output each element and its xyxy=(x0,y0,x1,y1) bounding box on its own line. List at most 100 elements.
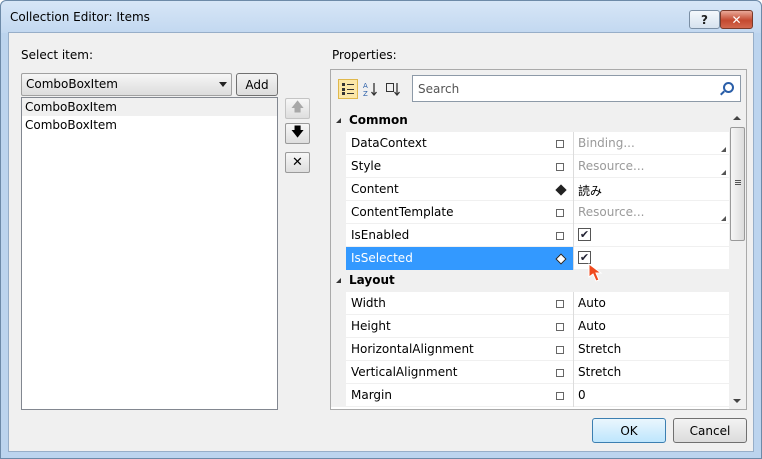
category-common[interactable]: Common xyxy=(331,110,729,132)
property-value[interactable]: Auto xyxy=(573,292,729,315)
svg-text:Z: Z xyxy=(363,90,368,97)
property-row-height[interactable]: Height Auto xyxy=(331,315,729,338)
grip-icon xyxy=(735,180,741,181)
property-row-horizontalalignment[interactable]: HorizontalAlignment Stretch xyxy=(331,338,729,361)
property-row-content[interactable]: Content 読み xyxy=(331,178,729,201)
property-marker-icon[interactable] xyxy=(556,209,564,217)
property-name: DataContext xyxy=(351,136,427,150)
property-name: ContentTemplate xyxy=(351,205,454,219)
property-value[interactable]: ✔ xyxy=(573,224,729,247)
property-row-width[interactable]: Width Auto xyxy=(331,292,729,315)
property-value-text: Stretch xyxy=(578,342,622,356)
collection-editor-window: Collection Editor: Items ? ✕ Select item… xyxy=(0,0,762,459)
category-layout[interactable]: Layout xyxy=(331,270,729,292)
property-value[interactable]: Resource... xyxy=(573,201,729,224)
editor-corner-icon[interactable] xyxy=(721,216,726,221)
move-up-button[interactable]: 🡅 xyxy=(285,98,310,119)
property-checkbox[interactable]: ✔ xyxy=(578,251,591,264)
help-button[interactable]: ? xyxy=(689,10,720,29)
property-marker-icon[interactable] xyxy=(556,300,564,308)
property-name: Content xyxy=(351,182,399,196)
property-row-margin[interactable]: Margin 0 xyxy=(331,384,729,407)
move-down-button[interactable]: 🡇 xyxy=(285,123,310,144)
property-name: HorizontalAlignment xyxy=(351,342,474,356)
close-button[interactable]: ✕ xyxy=(720,10,753,29)
property-marker-icon[interactable] xyxy=(556,346,564,354)
property-checkbox[interactable]: ✔ xyxy=(578,228,591,241)
property-row-verticalalignment[interactable]: VerticalAlignment Stretch xyxy=(331,361,729,384)
property-row-isselected[interactable]: IsSelected ✔ xyxy=(331,247,729,270)
property-grid-toolbar: AZ xyxy=(331,70,746,110)
cancel-button[interactable]: Cancel xyxy=(673,418,747,443)
arrow-down-icon: 🡇 xyxy=(290,124,305,140)
property-value-text: Stretch xyxy=(578,365,622,379)
categorize-view-icon[interactable] xyxy=(338,79,358,99)
property-rows: Common DataContext Binding... Style Resource… xyxy=(331,110,729,409)
title-bar[interactable]: Collection Editor: Items ? ✕ xyxy=(1,1,761,33)
property-name: Width xyxy=(351,296,386,310)
property-scrollbar[interactable] xyxy=(729,110,746,409)
remove-icon: ✕ xyxy=(292,155,303,170)
property-value[interactable]: 0 xyxy=(573,384,729,407)
add-button[interactable]: Add xyxy=(236,73,278,96)
scroll-up-icon[interactable] xyxy=(733,116,741,120)
row-gutter xyxy=(331,178,346,201)
property-name: IsSelected xyxy=(351,251,413,265)
remove-item-button[interactable]: ✕ xyxy=(285,152,310,173)
editor-corner-icon[interactable] xyxy=(721,170,726,175)
select-item-label: Select item: xyxy=(21,48,93,62)
search-icon[interactable] xyxy=(723,82,734,93)
category-label: Layout xyxy=(349,273,395,287)
property-name: IsEnabled xyxy=(351,228,410,242)
property-row-contenttemplate[interactable]: ContentTemplate Resource... xyxy=(331,201,729,224)
property-value[interactable]: Stretch xyxy=(573,361,729,384)
property-marker-icon[interactable] xyxy=(556,369,564,377)
property-marker-icon[interactable] xyxy=(556,323,564,331)
property-marker-icon[interactable] xyxy=(556,392,564,400)
sort-alphabetical-icon[interactable]: AZ xyxy=(360,79,380,99)
list-item[interactable]: ComboBoxItem xyxy=(22,98,277,116)
property-value-text: 0 xyxy=(578,388,586,402)
property-value[interactable]: Auto xyxy=(573,315,729,338)
sort-source-icon[interactable] xyxy=(383,79,403,99)
property-value[interactable]: Stretch xyxy=(573,338,729,361)
property-value-text: Auto xyxy=(578,296,606,310)
row-gutter xyxy=(331,247,346,270)
row-gutter xyxy=(331,201,346,224)
collapse-icon[interactable] xyxy=(336,118,341,123)
item-type-combo[interactable]: ComboBoxItem xyxy=(21,73,232,96)
row-gutter xyxy=(331,338,346,361)
property-search-input[interactable] xyxy=(413,76,713,101)
category-label: Common xyxy=(349,113,408,127)
property-value-text: Binding... xyxy=(578,136,635,150)
row-gutter xyxy=(331,315,346,338)
property-value[interactable]: Binding... xyxy=(573,132,729,155)
properties-label: Properties: xyxy=(332,48,397,62)
property-value[interactable]: 読み xyxy=(573,178,729,201)
property-row-style[interactable]: Style Resource... xyxy=(331,155,729,178)
row-gutter xyxy=(331,224,346,247)
property-grid: AZ Common DataContext Binding... Style Resou… xyxy=(330,69,747,410)
property-value-text: Resource... xyxy=(578,205,645,219)
scroll-thumb[interactable] xyxy=(730,127,745,241)
item-list[interactable]: ComboBoxItem ComboBoxItem xyxy=(21,97,278,410)
row-gutter xyxy=(331,155,346,178)
row-gutter xyxy=(331,361,346,384)
property-row-isenabled[interactable]: IsEnabled ✔ xyxy=(331,224,729,247)
property-name: Margin xyxy=(351,388,392,402)
scroll-down-icon[interactable] xyxy=(733,399,741,403)
property-marker-icon[interactable] xyxy=(556,232,564,240)
editor-corner-icon[interactable] xyxy=(721,147,726,152)
property-marker-icon[interactable] xyxy=(556,140,564,148)
property-name: Style xyxy=(351,159,382,173)
property-value[interactable]: Resource... xyxy=(573,155,729,178)
property-name: VerticalAlignment xyxy=(351,365,458,379)
property-name: Height xyxy=(351,319,391,333)
property-marker-icon[interactable] xyxy=(556,163,564,171)
ok-button[interactable]: OK xyxy=(592,418,666,443)
property-row-datacontext[interactable]: DataContext Binding... xyxy=(331,132,729,155)
window-title: Collection Editor: Items xyxy=(10,10,150,24)
list-item[interactable]: ComboBoxItem xyxy=(22,116,277,134)
collapse-icon[interactable] xyxy=(336,278,341,283)
property-search-box[interactable] xyxy=(412,75,741,102)
